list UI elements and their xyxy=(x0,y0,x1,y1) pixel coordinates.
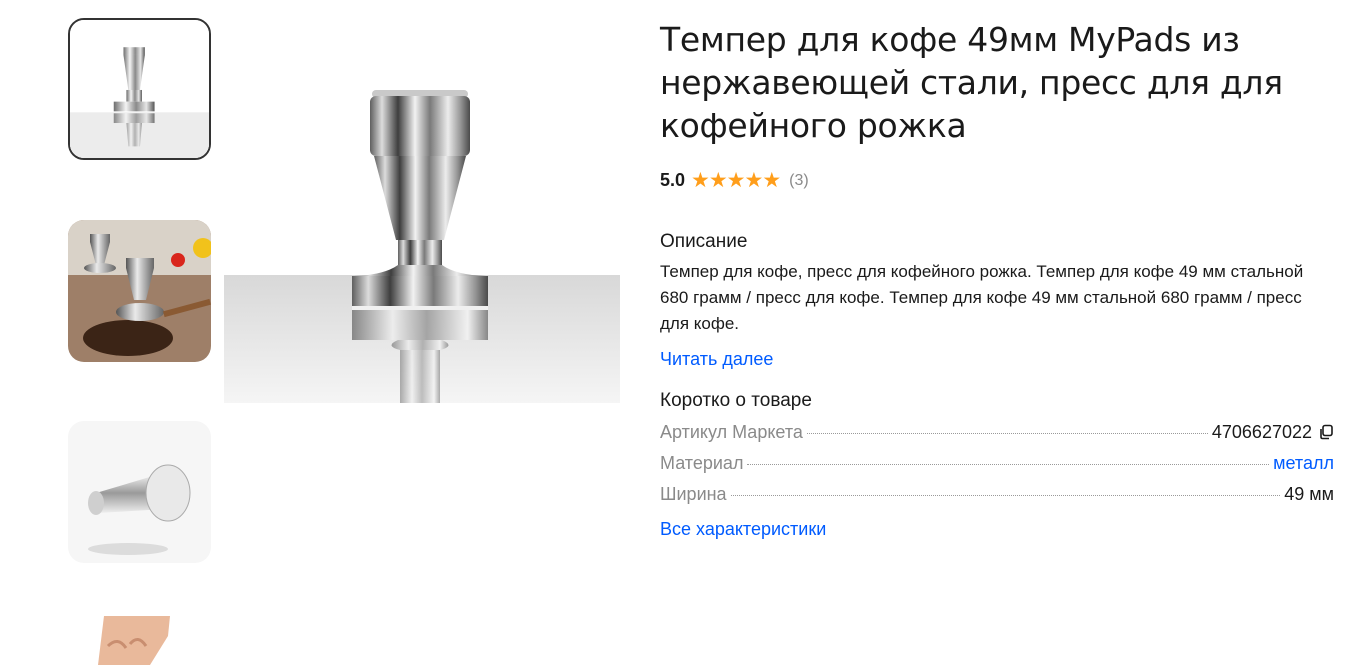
article-number: 4706627022 xyxy=(1211,422,1312,442)
reviews-count[interactable]: (3) xyxy=(789,172,809,190)
spec-value: 4706627022 xyxy=(1212,422,1334,443)
read-more-link[interactable]: Читать далее xyxy=(660,349,773,370)
spec-name: Ширина xyxy=(660,484,727,504)
spec-dots xyxy=(806,433,1208,434)
thumb-tamper-coffee-scene[interactable] xyxy=(68,220,211,362)
rating-stars-icon: ★★★★★ xyxy=(691,169,781,192)
description-heading: Описание xyxy=(660,231,748,252)
rating-row[interactable]: 5.0 ★★★★★ (3) xyxy=(660,168,1340,193)
thumb-tamper-hand[interactable] xyxy=(68,616,211,665)
spec-value: 49 мм xyxy=(1284,484,1334,504)
main-product-image[interactable] xyxy=(224,20,620,403)
all-specs-link[interactable]: Все характеристики xyxy=(660,519,826,540)
description-text: Темпер для кофе, пресс для кофейного рож… xyxy=(660,262,1304,333)
short-info-heading: Коротко о товаре xyxy=(660,390,812,411)
copy-icon[interactable] xyxy=(1318,424,1334,440)
product-title: Темпер для кофе 49мм MyPads из нержавеющ… xyxy=(660,20,1283,145)
spec-dots xyxy=(730,495,1281,496)
spec-name: Материал xyxy=(660,453,744,473)
spec-row-article: Артикул Маркета 4706627022 xyxy=(660,422,1334,443)
material-link[interactable]: металл xyxy=(1273,453,1334,474)
thumb-tamper-front[interactable] xyxy=(68,18,211,160)
product-info: Темпер для кофе 49мм MyPads из нержавеющ… xyxy=(660,18,1340,540)
thumb-tamper-side[interactable] xyxy=(68,421,211,563)
spec-row-material: Материал металл xyxy=(660,453,1334,474)
spec-name: Артикул Маркета xyxy=(660,422,803,442)
rating-value: 5.0 xyxy=(660,170,686,190)
spec-dots xyxy=(747,464,1270,465)
spec-row-width: Ширина 49 мм xyxy=(660,484,1334,505)
